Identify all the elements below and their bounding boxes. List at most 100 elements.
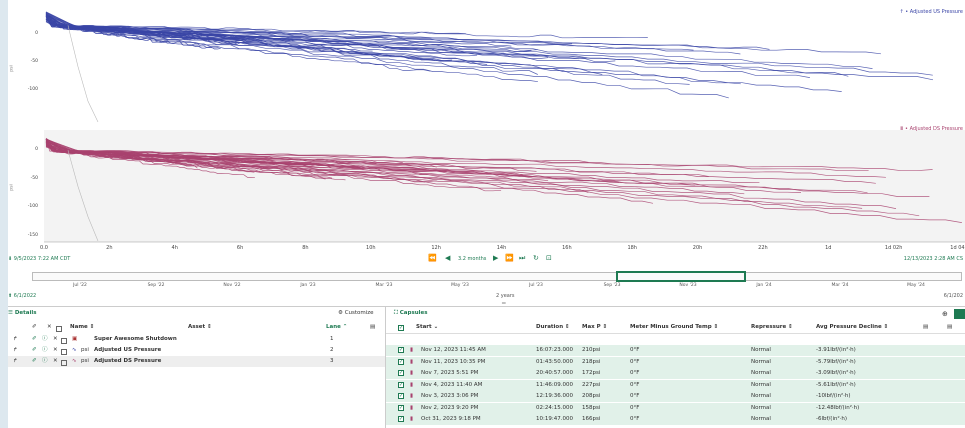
column-settings-icon[interactable]: ▤	[947, 322, 952, 333]
start-column[interactable]: Start ⌄	[416, 322, 438, 333]
capsule-start: Nov 3, 2023 3:06 PM	[421, 393, 479, 399]
row-checkbox[interactable]: ✓	[398, 393, 404, 399]
avg-decline-column[interactable]: Avg Pressure Decline ⇕	[816, 322, 888, 333]
row-checkbox[interactable]: ✓	[398, 416, 404, 422]
row-checkbox[interactable]	[61, 358, 67, 369]
row-checkbox[interactable]: ✓	[398, 381, 404, 388]
select-all-checkbox[interactable]: ✓	[398, 325, 404, 331]
details-row[interactable]: ↱ ✐ ⓘ ✕ ∿ psi Adjusted US Pressure 2	[8, 345, 386, 356]
capsule-meter: 0°F	[630, 393, 640, 399]
capsule-start: Nov 2, 2023 9:20 PM	[421, 404, 479, 411]
x-tick: 16h	[562, 245, 572, 251]
timeline-tick: Nov '23	[679, 283, 697, 288]
details-header: ☰ Details	[8, 307, 37, 319]
row-checkbox[interactable]: ✓	[398, 347, 404, 353]
jump-end-icon[interactable]: ⏭	[519, 254, 525, 263]
avg-decline-column-label: Avg Pressure Decline	[816, 324, 882, 330]
timeline-selection[interactable]	[616, 271, 746, 282]
x-tick: 12h	[431, 245, 441, 251]
timeline-tick: Jan '24	[756, 283, 772, 288]
capsule-meter: 0°F	[630, 381, 640, 388]
x-tick: 20h	[692, 245, 703, 251]
capsule-avg-decline: -5.61lbf/(in²·h)	[816, 381, 856, 388]
lane2-legend[interactable]: ⅲ • Adjusted DS Pressure	[900, 126, 963, 132]
refresh-icon[interactable]: ↻	[533, 254, 539, 262]
name-column[interactable]: Name ⇕	[70, 322, 94, 333]
step-forward-icon[interactable]: ▶	[493, 254, 498, 262]
capsule-avg-decline: -6lbf/(in²·h)	[816, 416, 848, 422]
meter-column-label: Meter Minus Ground Temp	[630, 324, 712, 330]
timeline-bar[interactable]	[32, 272, 962, 281]
panel-menu-button[interactable]	[954, 309, 965, 319]
row-checkbox[interactable]: ✓	[398, 404, 404, 411]
info-icon[interactable]: ⓘ	[42, 334, 48, 345]
column-settings-icon[interactable]: ▤	[923, 322, 928, 333]
step-forward-large-icon[interactable]: ⏩	[505, 254, 514, 262]
capsule-row[interactable]: ✓ ▮ Nov 3, 2023 3:06 PM 12:19:36.000 208psi 0…	[386, 391, 965, 402]
display-end[interactable]: 12/13/2023 2:28 AM CS	[904, 256, 963, 262]
capsule-avg-decline: -3.91lbf/(in²·h)	[816, 347, 856, 353]
pin-icon[interactable]: ✐	[32, 356, 37, 367]
capsule-maxp: 208psi	[582, 393, 601, 399]
y2-tick: -50	[30, 176, 38, 181]
y1-tick: 0	[35, 31, 38, 36]
row-checkbox[interactable]: ✓	[398, 358, 404, 365]
capsule-avg-decline: -10lbf/(in²·h)	[816, 393, 851, 399]
y2-tick: -100	[27, 204, 38, 209]
remove-icon: ✕	[47, 324, 52, 330]
timeline-end[interactable]: 6/1/202	[944, 293, 963, 299]
lock-icon[interactable]: ⊡	[546, 254, 552, 262]
capsule-row[interactable]: ✓ ▮ Nov 2, 2023 9:20 PM 02:24:15.000 158psi 0…	[386, 402, 965, 414]
capsule-repressure: Normal	[751, 416, 771, 422]
repressure-column[interactable]: Repressure ⇕	[751, 322, 793, 333]
capsule-row[interactable]: ✓ ▮ Oct 31, 2023 9:18 PM 10:19:47.000 166psi…	[386, 414, 965, 425]
capsule-row[interactable]: ✓ ▮ Nov 4, 2023 11:40 AM 11:46:09.000 227psi…	[386, 379, 965, 391]
details-row[interactable]: ↱ ✐ ⓘ ✕ ▣ Super Awesome Shutdown 1	[8, 334, 386, 345]
pin-icon[interactable]: ✐	[32, 334, 37, 345]
y2-tick: -150	[27, 233, 38, 238]
columns-icon[interactable]: ▤	[370, 322, 375, 333]
name-column-label: Name	[70, 324, 88, 330]
pin-icon[interactable]: ✐	[32, 345, 37, 356]
signal-icon: ∿	[72, 358, 77, 364]
pin-icon: ✐	[32, 324, 37, 330]
display-start[interactable]: ⬇ 9/5/2023 7:22 AM CDT	[8, 256, 70, 262]
timeline-start[interactable]: ⬆ 6/1/2022	[8, 293, 36, 299]
asset-column[interactable]: Asset ⇕	[188, 322, 212, 333]
capsule-duration: 12:19:36.000	[536, 393, 573, 399]
duration-label[interactable]: 3.2 months	[458, 256, 486, 262]
row-checkbox[interactable]: ✓	[398, 370, 404, 376]
trend-plot[interactable]	[8, 0, 965, 245]
item-name: Adjusted DS Pressure	[94, 358, 162, 364]
info-icon[interactable]: ⓘ	[42, 356, 48, 367]
meter-column[interactable]: Meter Minus Ground Temp ⇕	[630, 322, 718, 333]
remove-icon[interactable]: ✕	[53, 345, 58, 356]
capsule-row[interactable]: ✓ ▮ Nov 11, 2023 10:35 PM 01:43:50.000 218ps…	[386, 356, 965, 368]
x-tick: 1d	[825, 245, 832, 251]
duration-column[interactable]: Duration ⇕	[536, 322, 570, 333]
remove-icon[interactable]: ✕	[53, 334, 58, 345]
capsule-icon: ▣	[72, 336, 78, 342]
repressure-column-label: Repressure	[751, 324, 787, 330]
lane1-legend[interactable]: ↑ • Adjusted US Pressure	[899, 9, 963, 15]
step-back-large-icon[interactable]: ⏪	[428, 254, 437, 262]
maxp-column[interactable]: Max P ⇕	[582, 322, 607, 333]
x-tick: 6h	[236, 245, 244, 251]
capsule-maxp: 218psi	[582, 358, 601, 365]
capsule-row[interactable]: ✓ ▮ Nov 12, 2023 11:45 AM 16:07:23.000 210ps…	[386, 345, 965, 356]
info-icon[interactable]: ⓘ	[42, 345, 48, 356]
capsule-duration: 01:43:50.000	[536, 358, 573, 365]
capsule-start: Nov 12, 2023 11:45 AM	[421, 347, 486, 353]
zoom-icon[interactable]: ⊕	[942, 310, 948, 318]
x-tick: 1d 02h	[884, 245, 903, 251]
timeline-tick: May '24	[907, 283, 925, 288]
pressure-trace	[45, 11, 934, 81]
capsule-repressure: Normal	[751, 347, 771, 353]
remove-icon[interactable]: ✕	[53, 356, 58, 367]
step-back-icon[interactable]: ◀	[445, 254, 450, 262]
customize-button[interactable]: ⚙ Customize	[338, 310, 374, 316]
details-row[interactable]: ↱ ✐ ⓘ ✕ ∿ psi Adjusted DS Pressure 3	[8, 356, 386, 367]
details-column-headers: ✐ ✕ Name ⇕ Asset ⇕ Lane ⌃ ▤	[8, 322, 386, 333]
capsule-row[interactable]: ✓ ▮ Nov 7, 2023 5:51 PM 20:40:57.000 172psi 0…	[386, 368, 965, 379]
lane-column[interactable]: Lane ⌃	[326, 322, 347, 333]
